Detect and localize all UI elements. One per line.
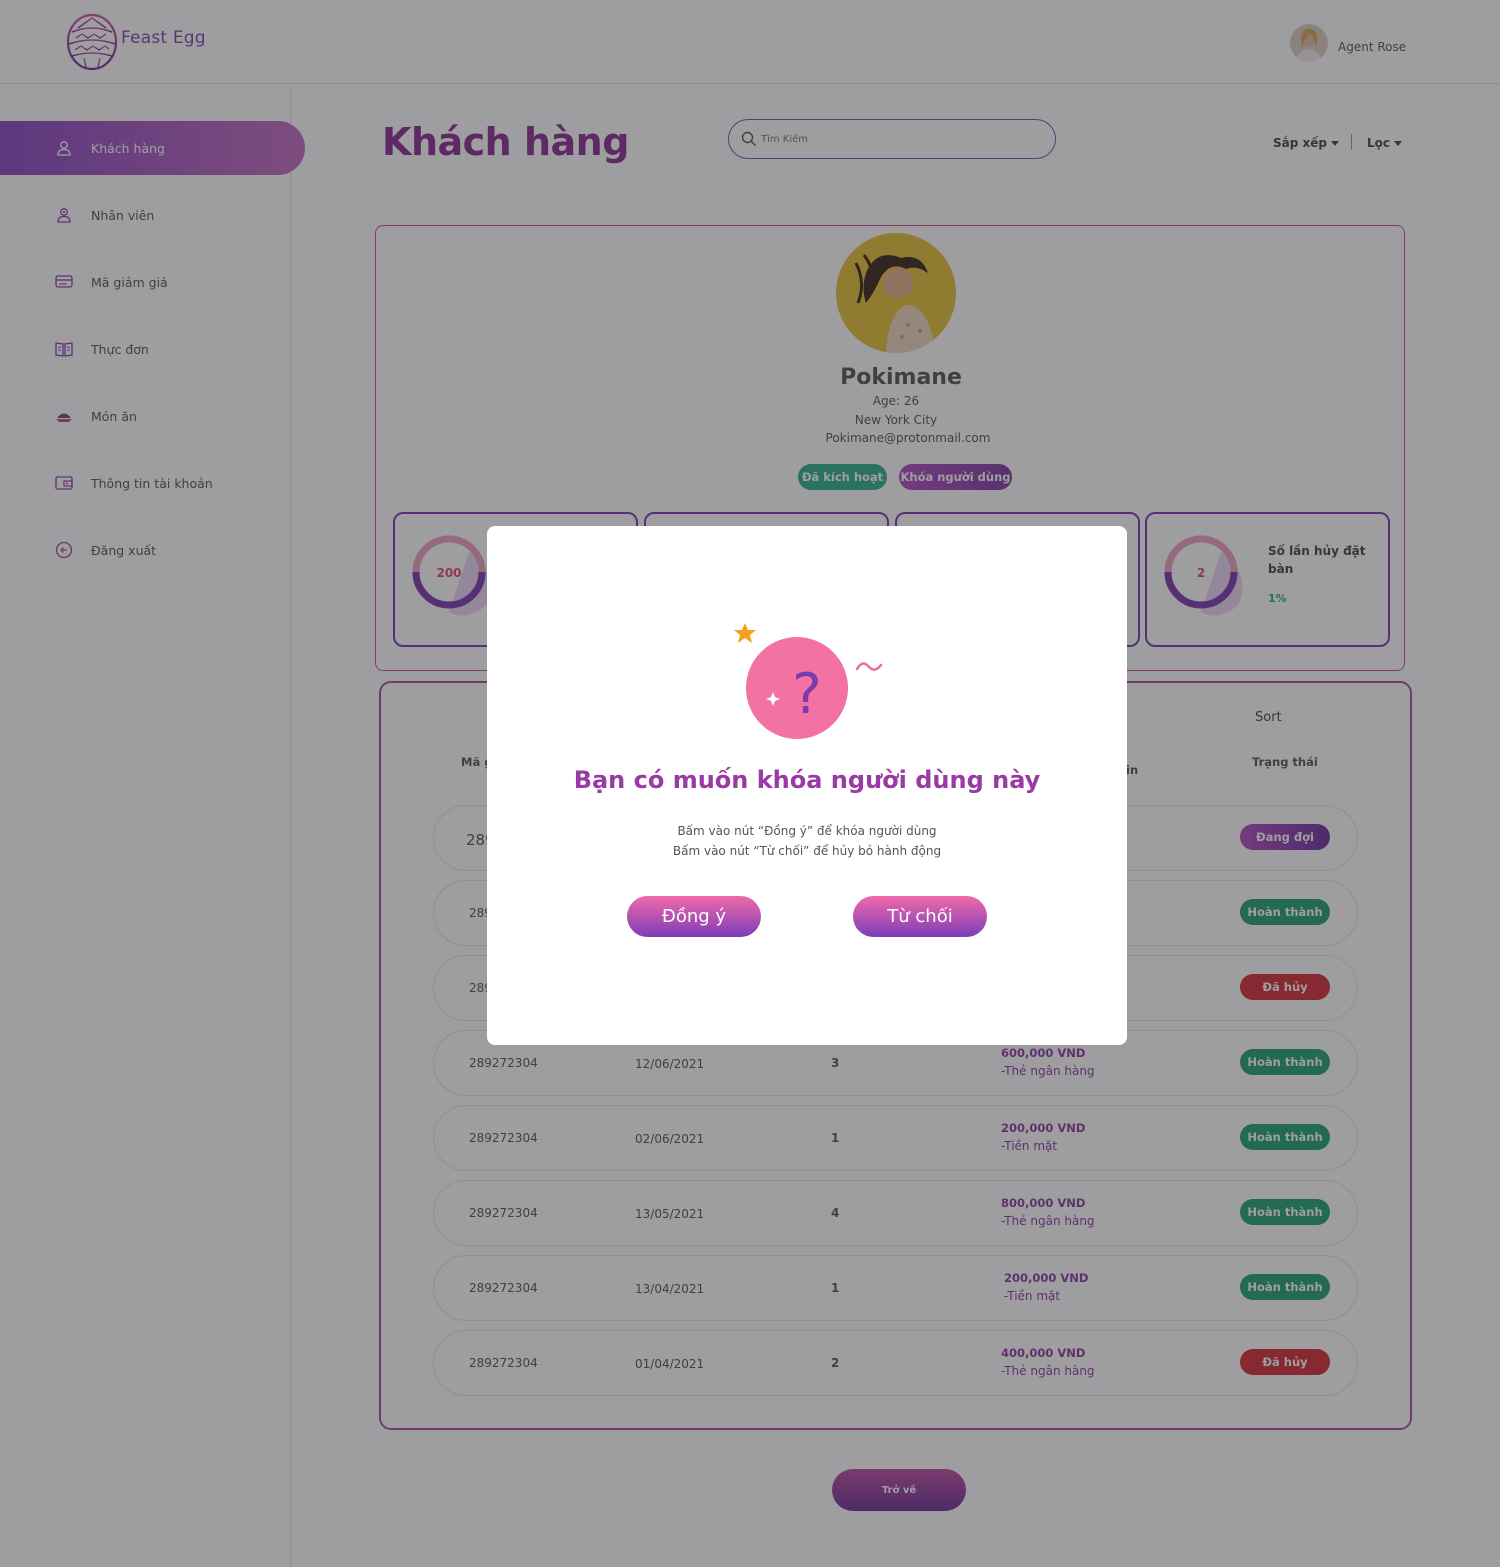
svg-text:?: ? xyxy=(792,662,822,727)
question-illustration: ? xyxy=(727,621,897,751)
modal-description-line: Bấm vào nút “Từ chối” để hủy bỏ hành độn… xyxy=(672,844,942,858)
modal-title: Bạn có muốn khóa người dùng này xyxy=(573,766,1041,794)
reject-button[interactable]: Từ chối xyxy=(853,896,987,937)
confirm-lock-modal: ? Bạn có muốn khóa người dùng này Bấm và… xyxy=(487,526,1127,1045)
confirm-button[interactable]: Đồng ý xyxy=(627,896,761,937)
modal-description-line: Bấm vào nút “Đồng ý” để khóa người dùng xyxy=(677,824,937,838)
